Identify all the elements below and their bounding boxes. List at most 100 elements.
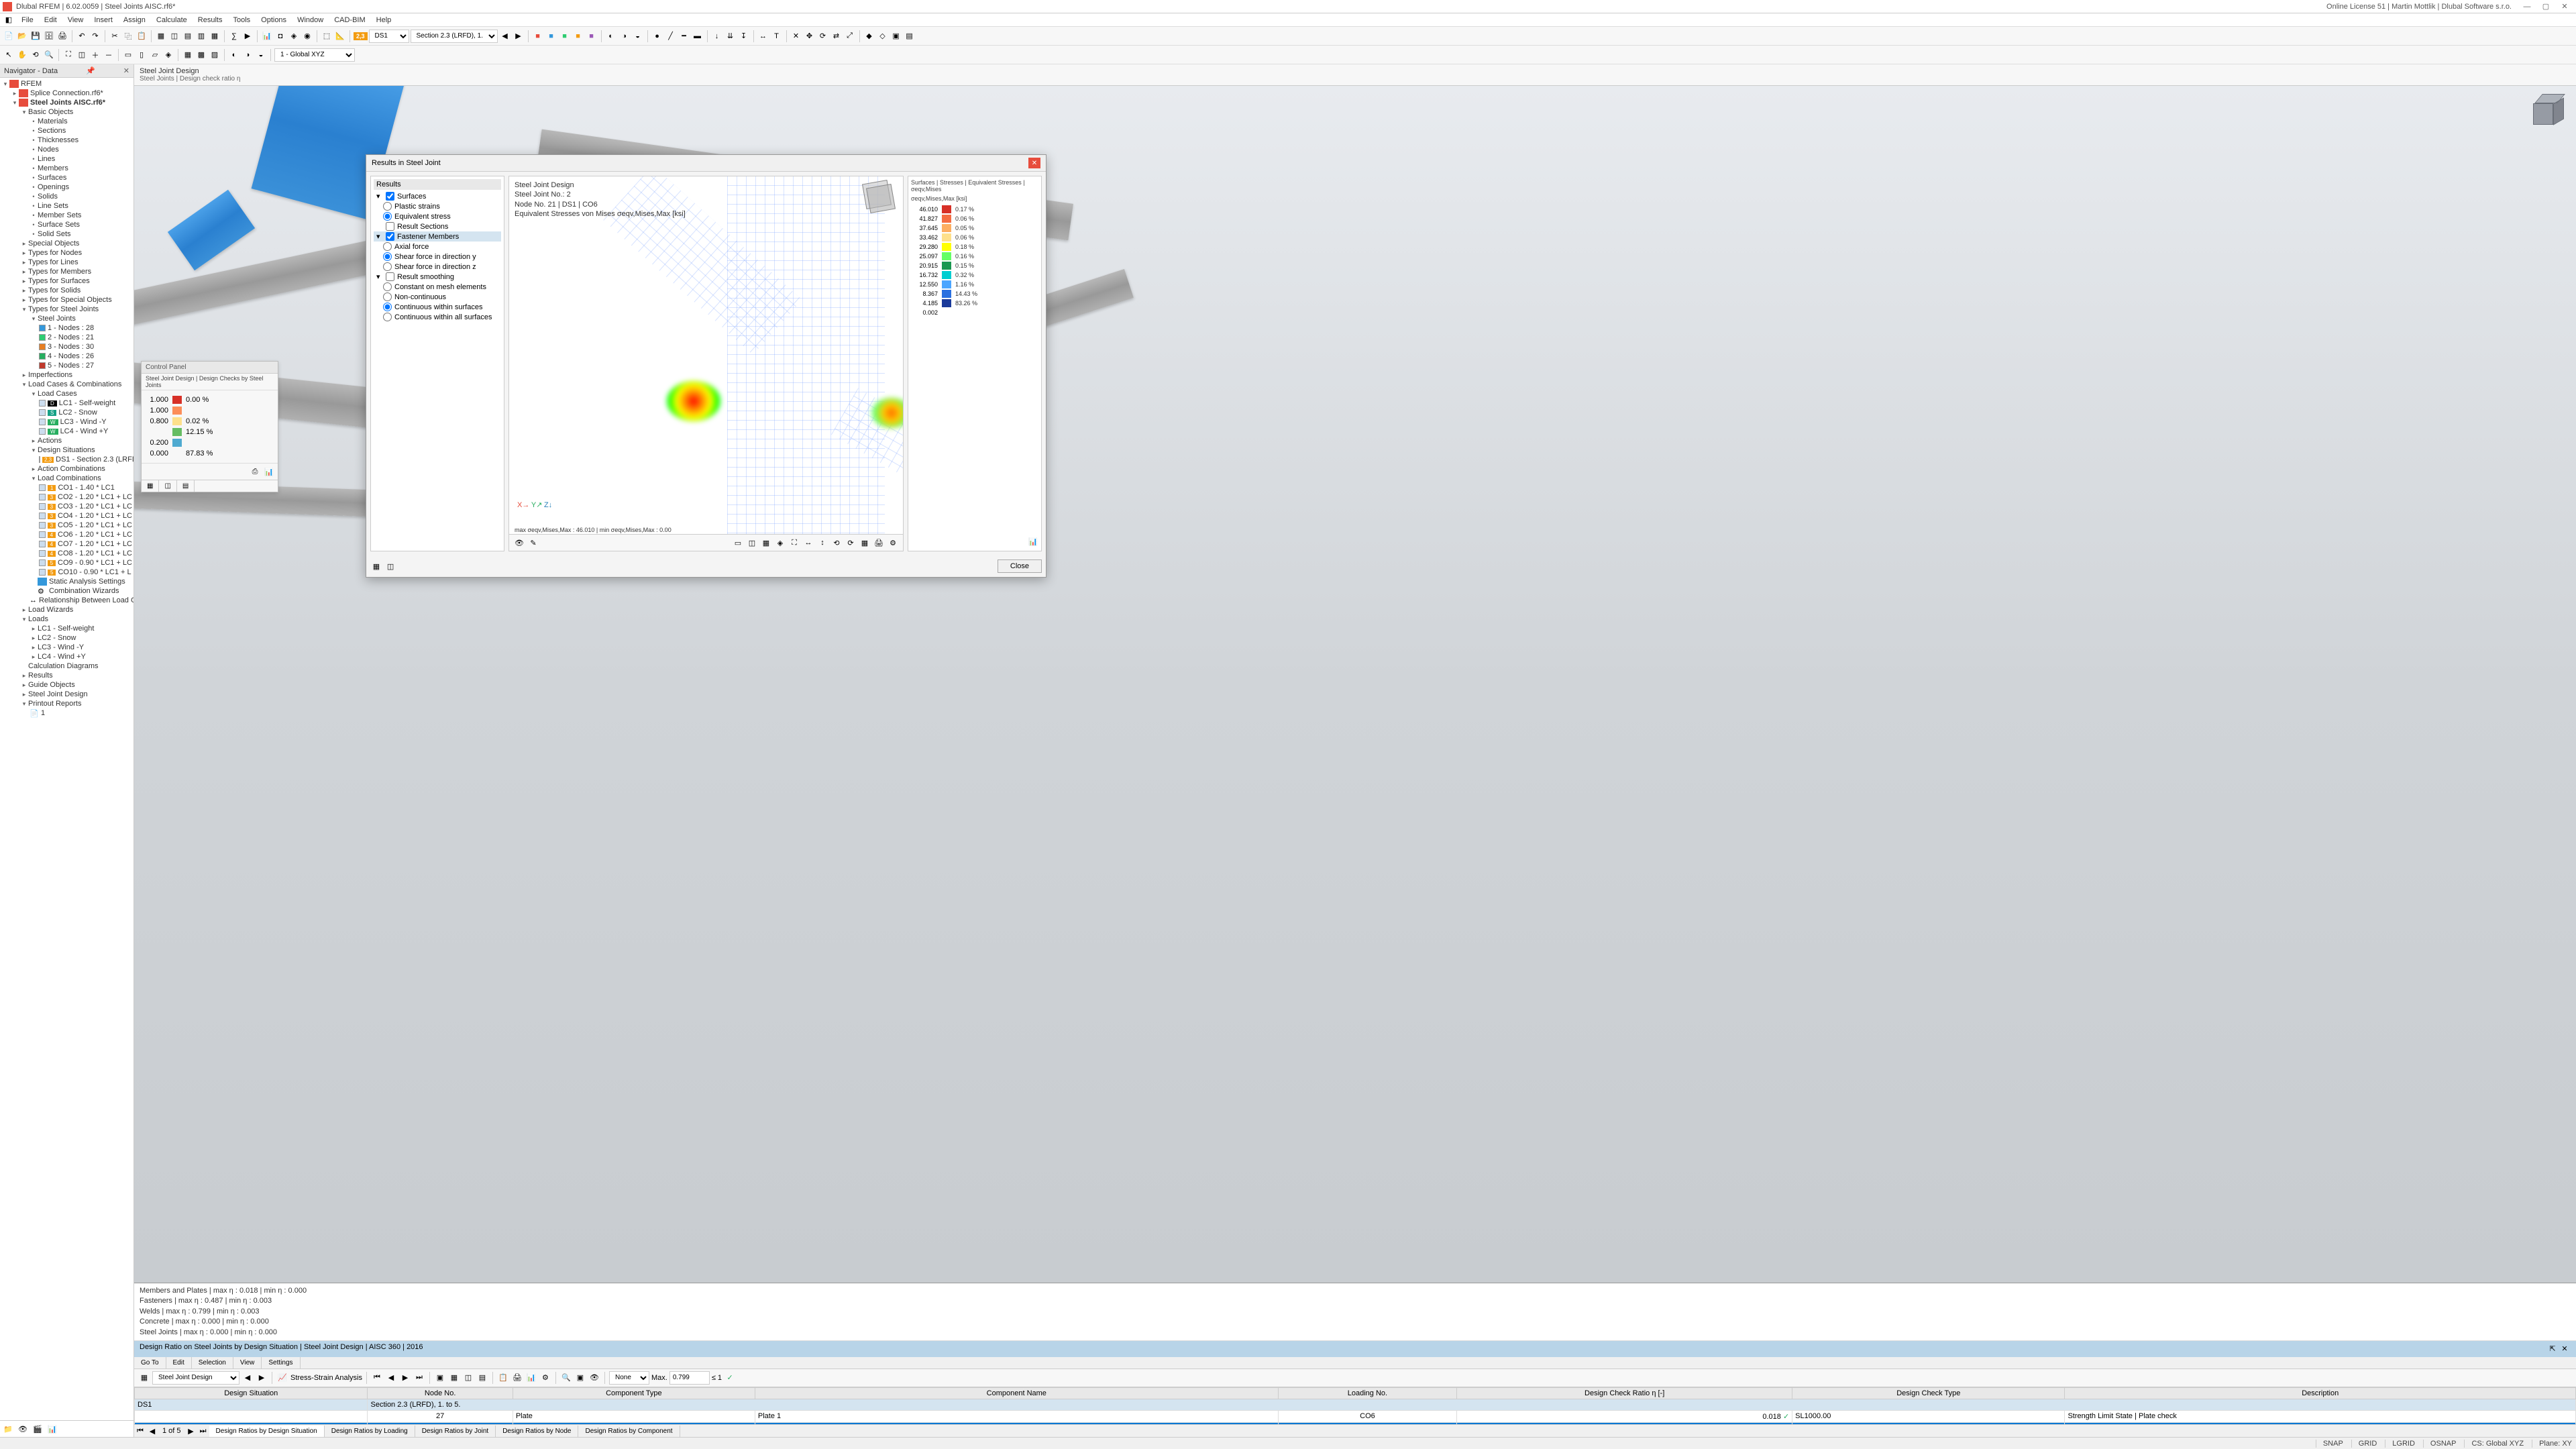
- tree-sj-design[interactable]: Steel Joint Design: [28, 690, 88, 698]
- bp-tab-settings[interactable]: Settings: [262, 1357, 300, 1368]
- fastener-members-checkbox[interactable]: [386, 232, 394, 241]
- bp-i4-icon[interactable]: ▤: [476, 1372, 488, 1384]
- menu-edit[interactable]: Edit: [39, 15, 62, 25]
- tree-co[interactable]: CO5 - 1.20 * LC1 + LC: [58, 521, 132, 529]
- dlg-v6-icon[interactable]: ↔: [802, 537, 814, 549]
- dlg-v2-icon[interactable]: ◫: [746, 537, 758, 549]
- tree-types-for-members[interactable]: Types for Members: [28, 268, 91, 276]
- status-osnap[interactable]: OSNAP: [2423, 1440, 2457, 1448]
- ds-combo[interactable]: DS1: [369, 30, 409, 43]
- dlg-btm1-icon[interactable]: ▦: [370, 560, 382, 572]
- menu-help[interactable]: Help: [371, 15, 397, 25]
- tree-actions[interactable]: Actions: [38, 437, 62, 445]
- tree-sj-node[interactable]: 2 - Nodes : 21: [48, 333, 94, 341]
- tree-lines[interactable]: Lines: [38, 155, 55, 163]
- print-icon[interactable]: 🖨: [56, 30, 68, 42]
- tree-solid-sets[interactable]: Solid Sets: [38, 230, 71, 238]
- dim-icon[interactable]: ↔: [757, 30, 769, 42]
- dlg-eye-icon[interactable]: 👁: [513, 537, 525, 549]
- dlg-gear-icon[interactable]: ⚙: [887, 537, 899, 549]
- surfaces-checkbox[interactable]: [386, 192, 394, 201]
- save-icon[interactable]: 💾: [30, 30, 42, 42]
- tree-co[interactable]: CO2 - 1.20 * LC1 + LC: [58, 493, 132, 501]
- results-table[interactable]: Design SituationNode No.Component TypeCo…: [134, 1387, 2576, 1424]
- tree-lc[interactable]: LC4 - Wind +Y: [60, 427, 109, 435]
- menu-options[interactable]: Options: [256, 15, 292, 25]
- tree-solids[interactable]: Solids: [38, 193, 58, 201]
- view1-icon[interactable]: ◫: [168, 30, 180, 42]
- tree-steel-joints[interactable]: Steel Joints: [38, 315, 76, 323]
- dlg-v4-icon[interactable]: ◈: [774, 537, 786, 549]
- status-snap[interactable]: SNAP: [2316, 1440, 2343, 1448]
- close-button[interactable]: Close: [998, 559, 1042, 573]
- tree-lc-comb[interactable]: Load Cases & Combinations: [28, 380, 121, 388]
- tree-co[interactable]: CO6 - 1.20 * LC1 + LC: [58, 531, 132, 539]
- view2-icon[interactable]: ▤: [182, 30, 194, 42]
- tree-co[interactable]: CO7 - 1.20 * LC1 + LC: [58, 540, 132, 548]
- menu-window[interactable]: Window: [292, 15, 329, 25]
- bp-prev-icon[interactable]: ◀: [385, 1372, 397, 1384]
- filter3-icon[interactable]: ◒: [632, 30, 644, 42]
- table-header[interactable]: Design Check Ratio η [-]: [1457, 1387, 1792, 1399]
- tree-types-for-solids[interactable]: Types for Solids: [28, 286, 80, 294]
- display3-icon[interactable]: ▨: [209, 49, 221, 61]
- ctrl-btn1-icon[interactable]: ⎙: [249, 466, 261, 478]
- colors1-icon[interactable]: ■: [532, 30, 544, 42]
- bp-tab-edit[interactable]: Edit: [166, 1357, 192, 1368]
- const-mesh-radio[interactable]: [383, 282, 392, 291]
- colors3-icon[interactable]: ■: [559, 30, 571, 42]
- bp-analysis-icon[interactable]: 📈: [276, 1372, 288, 1384]
- non-cont-radio[interactable]: [383, 292, 392, 301]
- table-header[interactable]: Design Situation: [135, 1387, 368, 1399]
- section-combo[interactable]: Section 2.3 (LRFD), 1. to 5.: [411, 30, 498, 43]
- table-header[interactable]: Component Name: [755, 1387, 1278, 1399]
- rotate-icon[interactable]: ⟳: [817, 30, 829, 42]
- load2-icon[interactable]: ⇊: [724, 30, 737, 42]
- move-icon[interactable]: ✥: [804, 30, 816, 42]
- tree-design-situations[interactable]: Design Situations: [38, 446, 95, 454]
- navigator-pin-icon[interactable]: 📌: [86, 66, 95, 75]
- grid-toggle-icon[interactable]: ▦: [155, 30, 167, 42]
- menu-tools[interactable]: Tools: [227, 15, 256, 25]
- tree-co[interactable]: CO10 - 0.90 * LC1 + L: [58, 568, 131, 576]
- menu-calculate[interactable]: Calculate: [151, 15, 193, 25]
- mirror-icon[interactable]: ⇄: [830, 30, 843, 42]
- section-icon[interactable]: ⬚: [321, 30, 333, 42]
- bp-zoom-icon[interactable]: 🔍: [560, 1372, 572, 1384]
- bp-tab-view[interactable]: View: [233, 1357, 262, 1368]
- tree-member-sets[interactable]: Member Sets: [38, 211, 81, 219]
- filter1-icon[interactable]: ◐: [605, 30, 617, 42]
- bp-eye-icon[interactable]: 👁: [588, 1372, 600, 1384]
- tree-pr-item[interactable]: 1: [41, 709, 45, 717]
- load1-icon[interactable]: ↓: [711, 30, 723, 42]
- iso-view-icon[interactable]: ◈: [288, 30, 300, 42]
- member-icon[interactable]: ━: [678, 30, 690, 42]
- viewport-3d[interactable]: Control Panel Steel Joint Design | Desig…: [134, 86, 2576, 1283]
- display1-icon[interactable]: ▦: [182, 49, 194, 61]
- tree-members[interactable]: Members: [38, 164, 68, 172]
- tree-sj-node[interactable]: 1 - Nodes : 28: [48, 324, 94, 332]
- tree-types-for-lines[interactable]: Types for Lines: [28, 258, 78, 266]
- table-header[interactable]: Design Check Type: [1792, 1387, 2065, 1399]
- status-lgrid[interactable]: LGRID: [2385, 1440, 2415, 1448]
- tree-printout[interactable]: Printout Reports: [28, 700, 81, 708]
- tree-co[interactable]: CO3 - 1.20 * LC1 + LC: [58, 502, 132, 511]
- render2-icon[interactable]: ◑: [241, 49, 254, 61]
- cut-icon[interactable]: ✂: [109, 30, 121, 42]
- bp-i7-icon[interactable]: 📊: [525, 1372, 537, 1384]
- tree-calc-diag[interactable]: Calculation Diagrams: [28, 662, 99, 670]
- measure-icon[interactable]: 📐: [334, 30, 346, 42]
- tree-surfaces[interactable]: Surfaces: [38, 174, 66, 182]
- tree-lc[interactable]: LC1 - Self-weight: [59, 399, 115, 407]
- dlg-v10-icon[interactable]: ▦: [859, 537, 871, 549]
- tree-static-analysis[interactable]: Static Analysis Settings: [49, 578, 125, 586]
- bp-pg-last-icon[interactable]: ⏭: [197, 1425, 209, 1437]
- load3-icon[interactable]: ↧: [738, 30, 750, 42]
- results-3d-view[interactable]: Steel Joint Design Steel Joint No.: 2 No…: [508, 176, 904, 551]
- nav-tab3-icon[interactable]: 🎬: [32, 1423, 44, 1435]
- text-icon[interactable]: T: [771, 30, 783, 42]
- status-grid[interactable]: GRID: [2351, 1440, 2377, 1448]
- tree-types-for-nodes[interactable]: Types for Nodes: [28, 249, 82, 257]
- tree-comb-wiz[interactable]: Combination Wizards: [49, 587, 119, 595]
- menu-cad-bim[interactable]: CAD-BIM: [329, 15, 370, 25]
